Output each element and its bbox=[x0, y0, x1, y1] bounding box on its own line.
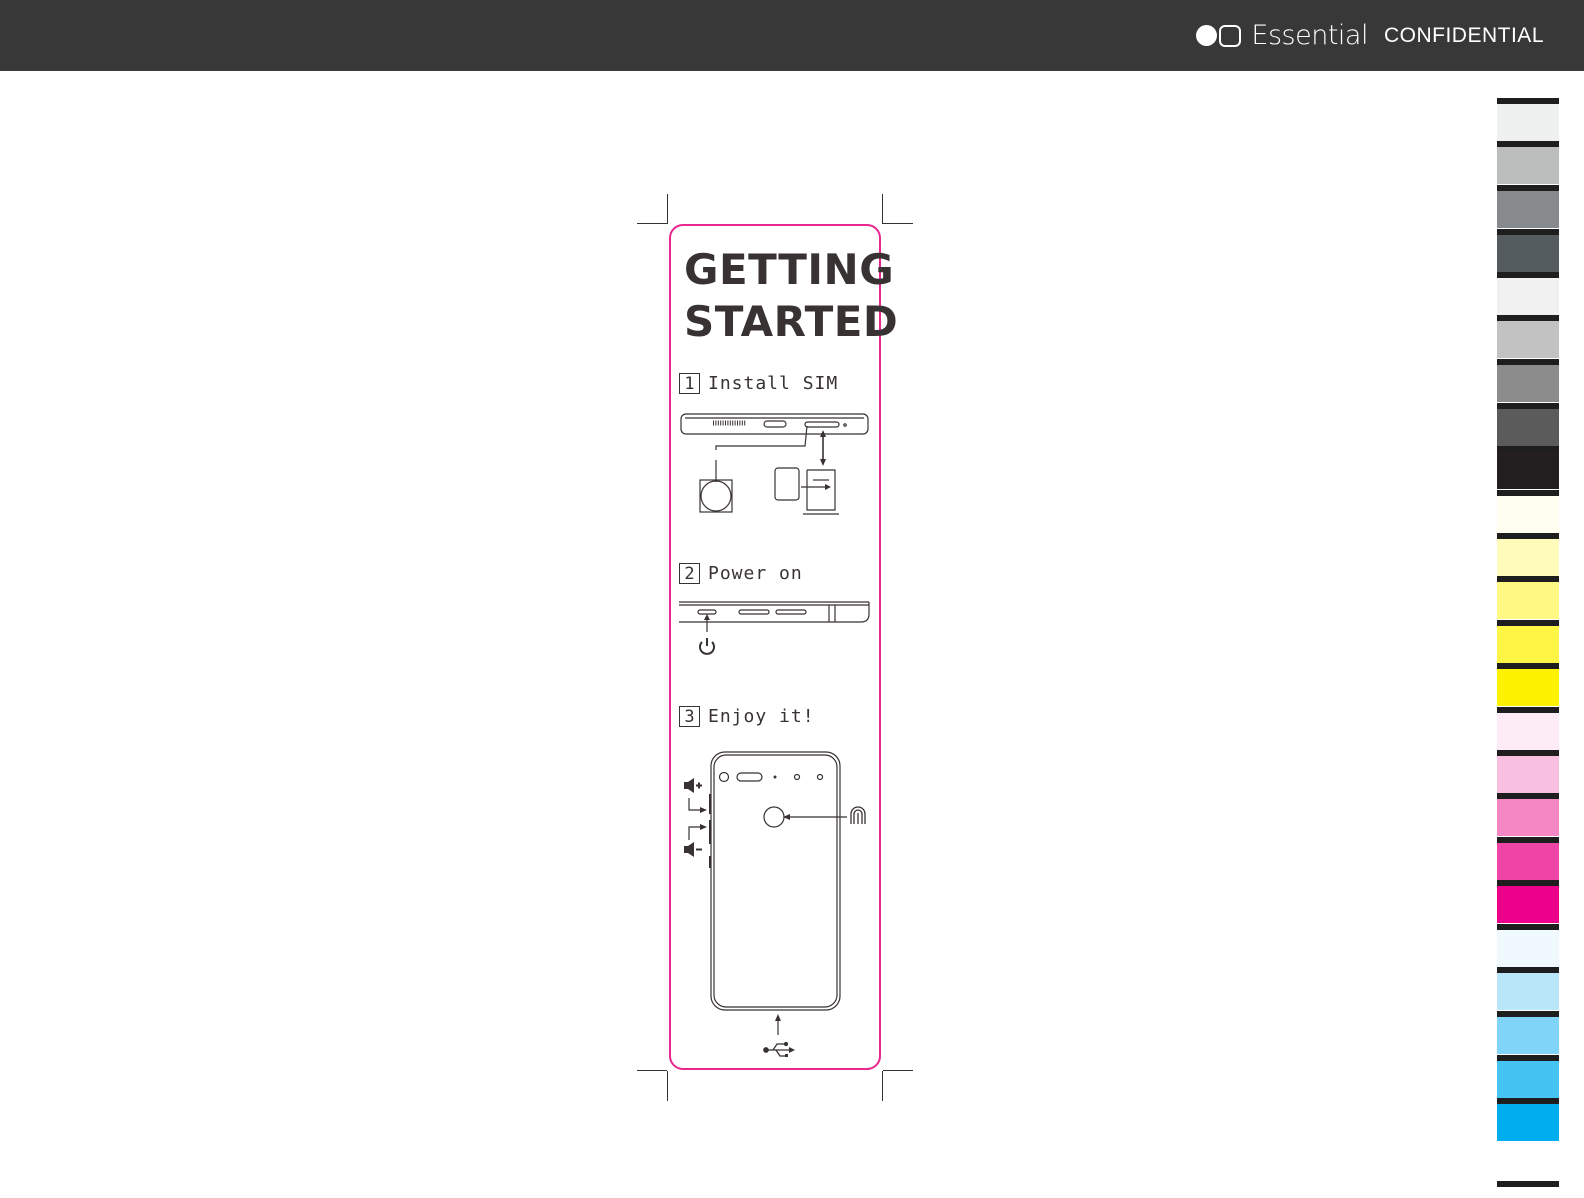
step-label: Power on bbox=[708, 563, 803, 584]
usb-icon bbox=[763, 1041, 795, 1057]
power-icon bbox=[699, 638, 715, 655]
confidential-label: CONFIDENTIAL bbox=[1383, 23, 1544, 47]
color-swatch bbox=[1497, 620, 1559, 663]
color-swatch bbox=[1497, 663, 1559, 706]
calibration-bar-end bbox=[1497, 1181, 1559, 1187]
color-swatch bbox=[1497, 490, 1559, 533]
crop-mark bbox=[637, 1070, 667, 1071]
color-swatch bbox=[1497, 98, 1559, 141]
color-swatch bbox=[1497, 359, 1559, 402]
color-swatch bbox=[1497, 533, 1559, 576]
color-swatch bbox=[1497, 707, 1559, 750]
fingerprint-icon bbox=[850, 806, 866, 824]
crop-mark bbox=[882, 194, 883, 224]
card-title: GETTING STARTED bbox=[684, 244, 899, 348]
crop-mark bbox=[883, 223, 913, 224]
color-swatch bbox=[1497, 1098, 1559, 1141]
color-swatch bbox=[1497, 750, 1559, 793]
color-swatch bbox=[1497, 229, 1559, 272]
essential-logo-icon bbox=[1196, 24, 1242, 47]
crop-mark bbox=[667, 194, 668, 224]
step-number: 1 bbox=[679, 373, 700, 394]
crop-mark bbox=[667, 1071, 668, 1101]
crop-mark bbox=[883, 1070, 913, 1071]
brand: Essential CONFIDENTIAL bbox=[1196, 0, 1544, 71]
title-line-2: STARTED bbox=[684, 297, 899, 346]
header-bar: Essential CONFIDENTIAL bbox=[0, 0, 1584, 71]
color-swatch bbox=[1497, 185, 1559, 228]
phone-illustration bbox=[684, 751, 866, 1057]
step-number: 3 bbox=[679, 706, 700, 727]
sim-card-icon bbox=[774, 467, 839, 515]
power-on-illustration bbox=[679, 601, 870, 655]
color-swatch bbox=[1497, 924, 1559, 967]
step-2: 2 Power on bbox=[679, 563, 803, 584]
color-swatch bbox=[1497, 793, 1559, 836]
color-swatch bbox=[1497, 967, 1559, 1010]
color-swatch bbox=[1497, 272, 1559, 315]
title-line-1: GETTING bbox=[684, 245, 895, 294]
crop-mark bbox=[882, 1071, 883, 1101]
color-swatch bbox=[1497, 315, 1559, 358]
step-label: Enjoy it! bbox=[708, 706, 815, 727]
sim-tray-icon bbox=[680, 413, 869, 466]
color-swatch bbox=[1497, 141, 1559, 184]
step-number: 2 bbox=[679, 563, 700, 584]
sim-eject-tool-icon bbox=[699, 460, 733, 513]
color-swatch bbox=[1497, 576, 1559, 619]
color-swatch bbox=[1497, 1055, 1559, 1098]
step-3: 3 Enjoy it! bbox=[679, 706, 815, 727]
step-label: Install SIM bbox=[708, 373, 839, 394]
step-1: 1 Install SIM bbox=[679, 373, 838, 394]
brand-name: Essential bbox=[1251, 20, 1368, 51]
volume-down-icon bbox=[684, 842, 702, 857]
color-swatch bbox=[1497, 837, 1559, 880]
color-swatch bbox=[1497, 880, 1559, 923]
color-swatch bbox=[1497, 1011, 1559, 1054]
volume-up-icon bbox=[684, 778, 702, 793]
color-swatch bbox=[1497, 403, 1559, 446]
crop-mark bbox=[637, 223, 667, 224]
install-sim-illustration bbox=[680, 413, 869, 515]
color-swatch bbox=[1497, 446, 1559, 489]
